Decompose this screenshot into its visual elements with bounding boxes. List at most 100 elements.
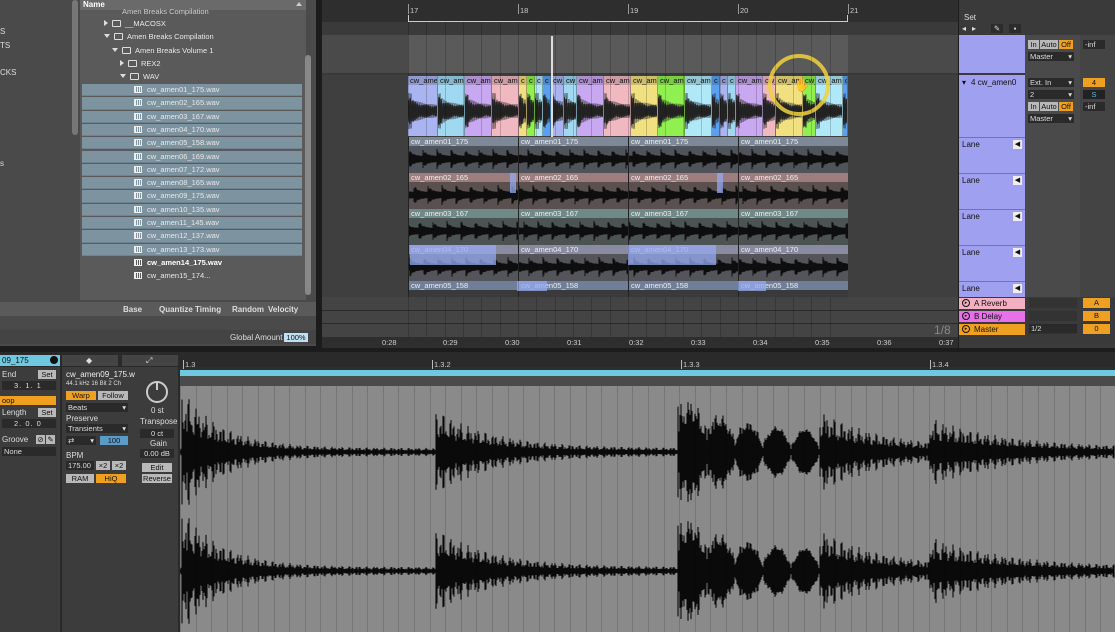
ram-button[interactable]: RAM: [66, 474, 94, 483]
take-selection[interactable]: [628, 245, 716, 265]
length-set-button[interactable]: Set: [38, 408, 56, 417]
take-clip[interactable]: cw_amen03_167: [628, 209, 738, 245]
file-row[interactable]: cw_amen11_145.wav: [82, 217, 302, 230]
clip-activator-icon[interactable]: [50, 356, 58, 364]
file-row[interactable]: cw_amen09_175.wav: [82, 190, 302, 203]
loop-mode-select[interactable]: ⇄ ▾: [66, 436, 96, 445]
hiq-button[interactable]: HiQ: [96, 474, 126, 483]
speaker-icon[interactable]: ◀: [1013, 248, 1022, 257]
comp-segment[interactable]: cw_amen: [492, 76, 519, 136]
chevron-right-icon[interactable]: [120, 59, 124, 66]
comp-segment[interactable]: cw_amen: [564, 76, 577, 136]
return-letter[interactable]: B: [1083, 311, 1110, 321]
monitor-in-button[interactable]: In: [1028, 40, 1039, 49]
loop-button[interactable]: oop: [0, 396, 56, 405]
track-header-empty[interactable]: [959, 35, 1025, 73]
take-clip[interactable]: cw_amen01_175: [738, 137, 848, 173]
clip-name-bar[interactable]: 09_175: [0, 355, 60, 366]
length-field[interactable]: 2. 0. 0: [2, 419, 56, 428]
take-clip[interactable]: cw_amen01_175: [628, 137, 738, 173]
speaker-icon[interactable]: ◀: [1013, 284, 1022, 293]
file-row[interactable]: cw_amen06_169.wav: [82, 150, 302, 163]
warp-button[interactable]: Warp: [66, 391, 96, 400]
take-selection[interactable]: [517, 281, 547, 291]
global-amount-field[interactable]: 100%: [284, 333, 308, 342]
take-clip[interactable]: cw_amen02_165: [408, 173, 518, 209]
monitor-auto-button-2[interactable]: Auto: [1040, 102, 1058, 111]
lane-header[interactable]: Lane ◀: [959, 137, 1025, 172]
comp-segment[interactable]: cw_amen: [408, 76, 438, 136]
track-activator[interactable]: 4: [1083, 78, 1105, 87]
comp-segment[interactable]: c: [543, 76, 551, 136]
pencil-icon[interactable]: ✎: [991, 24, 1003, 33]
monitor-auto-button[interactable]: Auto: [1040, 40, 1058, 49]
edit-button[interactable]: Edit: [142, 463, 172, 472]
folder-row[interactable]: WAV: [82, 71, 302, 83]
input-type-select[interactable]: Ext. In ▾: [1028, 78, 1074, 87]
take-clip[interactable]: cw_amen03_167: [518, 209, 628, 245]
chevron-right-icon[interactable]: [104, 20, 108, 26]
groove-commit-icon[interactable]: ✎: [46, 435, 55, 444]
warp-marker-strip[interactable]: [180, 376, 1115, 386]
file-row[interactable]: cw_amen07_172.wav: [82, 163, 302, 177]
groove-hotswap-icon[interactable]: ⊘: [36, 435, 45, 444]
folder-row[interactable]: Amen Breaks Compilation: [82, 31, 302, 43]
comp-segment[interactable]: cw_amen: [658, 76, 685, 136]
output-select-2[interactable]: Master ▾: [1028, 114, 1074, 123]
solo-button[interactable]: S: [1083, 90, 1105, 99]
take-clip[interactable]: cw_amen04_170: [518, 245, 628, 281]
file-row[interactable]: cw_amen05_158.wav: [82, 137, 302, 150]
take-clip[interactable]: cw_amen03_167: [408, 209, 518, 245]
track-activator-icon[interactable]: ▸: [962, 299, 970, 307]
take-clip[interactable]: cw_amen01_175: [518, 137, 628, 173]
track-activator-icon[interactable]: ▸: [962, 325, 970, 333]
loop-brace[interactable]: [408, 15, 848, 22]
collapse-icon[interactable]: ◆: [86, 357, 92, 365]
bpm-field[interactable]: 175.00: [66, 461, 94, 470]
chevron-down-icon[interactable]: [120, 74, 126, 79]
output-select[interactable]: Master ▾: [1028, 52, 1074, 61]
return-track-header[interactable]: ▸ A Reverb: [959, 298, 1025, 309]
lane-header[interactable]: Lane ◀: [959, 209, 1025, 244]
browser-row-partial[interactable]: Amen Breaks Compilation: [82, 6, 302, 18]
lane-header[interactable]: Lane ◀: [959, 245, 1025, 280]
groove-select[interactable]: None: [2, 447, 56, 456]
input-channel-select[interactable]: 2 ▾: [1028, 90, 1074, 99]
expand-tab[interactable]: ⤢: [122, 355, 178, 366]
follow-button[interactable]: Follow: [98, 391, 128, 400]
take-selection[interactable]: [717, 173, 723, 193]
double-tempo-button[interactable]: ×2: [112, 461, 126, 470]
folder-row[interactable]: Amen Breaks Volume 1: [82, 45, 302, 57]
file-row[interactable]: cw_amen15_174...: [82, 270, 302, 282]
file-row[interactable]: cw_amen01_175.wav: [82, 84, 302, 97]
reverse-button[interactable]: Reverse: [142, 474, 172, 483]
return-letter[interactable]: A: [1083, 298, 1110, 308]
lane-header[interactable]: Lane ◀: [959, 173, 1025, 208]
speaker-icon[interactable]: ◀: [1013, 140, 1022, 149]
folder-row[interactable]: __MACOSX: [82, 18, 302, 30]
gain-field[interactable]: 0.00 dB: [140, 449, 174, 458]
monitor-off-button[interactable]: Off: [1059, 40, 1073, 49]
file-row[interactable]: cw_amen04_170.wav: [82, 123, 302, 137]
comp-segment[interactable]: cw_amen: [604, 76, 631, 136]
file-row[interactable]: cw_amen12_137.wav: [82, 230, 302, 243]
volume-field[interactable]: -inf: [1083, 40, 1105, 49]
detune-field[interactable]: 0 ct: [140, 429, 174, 438]
file-row[interactable]: cw_amen13_173.wav: [82, 243, 302, 256]
lock-icon[interactable]: ▪: [1009, 24, 1021, 33]
take-clip[interactable]: cw_amen02_165: [738, 173, 848, 209]
comp-segment[interactable]: c: [519, 76, 527, 136]
track-activator-icon[interactable]: ▸: [962, 312, 970, 320]
transpose-knob[interactable]: [146, 381, 168, 403]
sample-tab[interactable]: ◆: [62, 355, 118, 366]
arrow-left-icon[interactable]: ◂: [962, 25, 966, 33]
file-row[interactable]: cw_amen02_165.wav: [82, 97, 302, 110]
expand-icon[interactable]: ⤢: [146, 357, 152, 365]
envelope-amount-field[interactable]: 100: [100, 436, 128, 445]
take-selection[interactable]: [410, 245, 496, 265]
master-ratio-select[interactable]: 1/2: [1029, 324, 1077, 333]
end-set-button[interactable]: Set: [38, 370, 56, 379]
file-row[interactable]: cw_amen10_135.wav: [82, 203, 302, 216]
lane-header[interactable]: Lane ◀: [959, 281, 1025, 297]
fold-icon[interactable]: ▾: [962, 79, 966, 87]
